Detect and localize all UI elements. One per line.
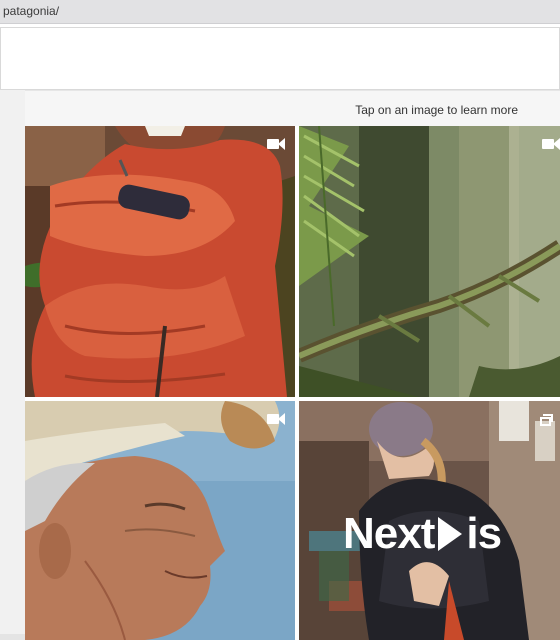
next-is-overlay: Next is <box>343 509 502 559</box>
address-bar[interactable]: patagonia/ <box>0 0 560 24</box>
gallery-icon <box>540 414 554 426</box>
left-gutter <box>0 90 25 640</box>
overlay-word-is: is <box>466 509 502 558</box>
scrollbar[interactable] <box>0 634 25 640</box>
video-camera-icon <box>542 138 560 150</box>
red-jacket-photo <box>25 126 295 397</box>
video-camera-icon <box>267 413 285 425</box>
elder-man-photo <box>25 401 295 640</box>
gallery-tile-red-jacket[interactable] <box>25 126 295 397</box>
hint-text: Tap on an image to learn more <box>355 103 518 117</box>
header-area <box>0 27 560 90</box>
video-camera-icon <box>267 138 285 150</box>
forest-photo <box>299 126 560 397</box>
gallery-tile-black-jacket[interactable]: Next is <box>299 401 560 640</box>
hint-bar: Tap on an image to learn more <box>25 90 560 126</box>
overlay-word-next: Next <box>343 509 435 558</box>
gallery-tile-elder-man[interactable] <box>25 401 295 640</box>
play-triangle-icon <box>438 517 463 551</box>
address-text: patagonia/ <box>3 4 60 18</box>
gallery-tile-forest[interactable] <box>299 126 560 397</box>
